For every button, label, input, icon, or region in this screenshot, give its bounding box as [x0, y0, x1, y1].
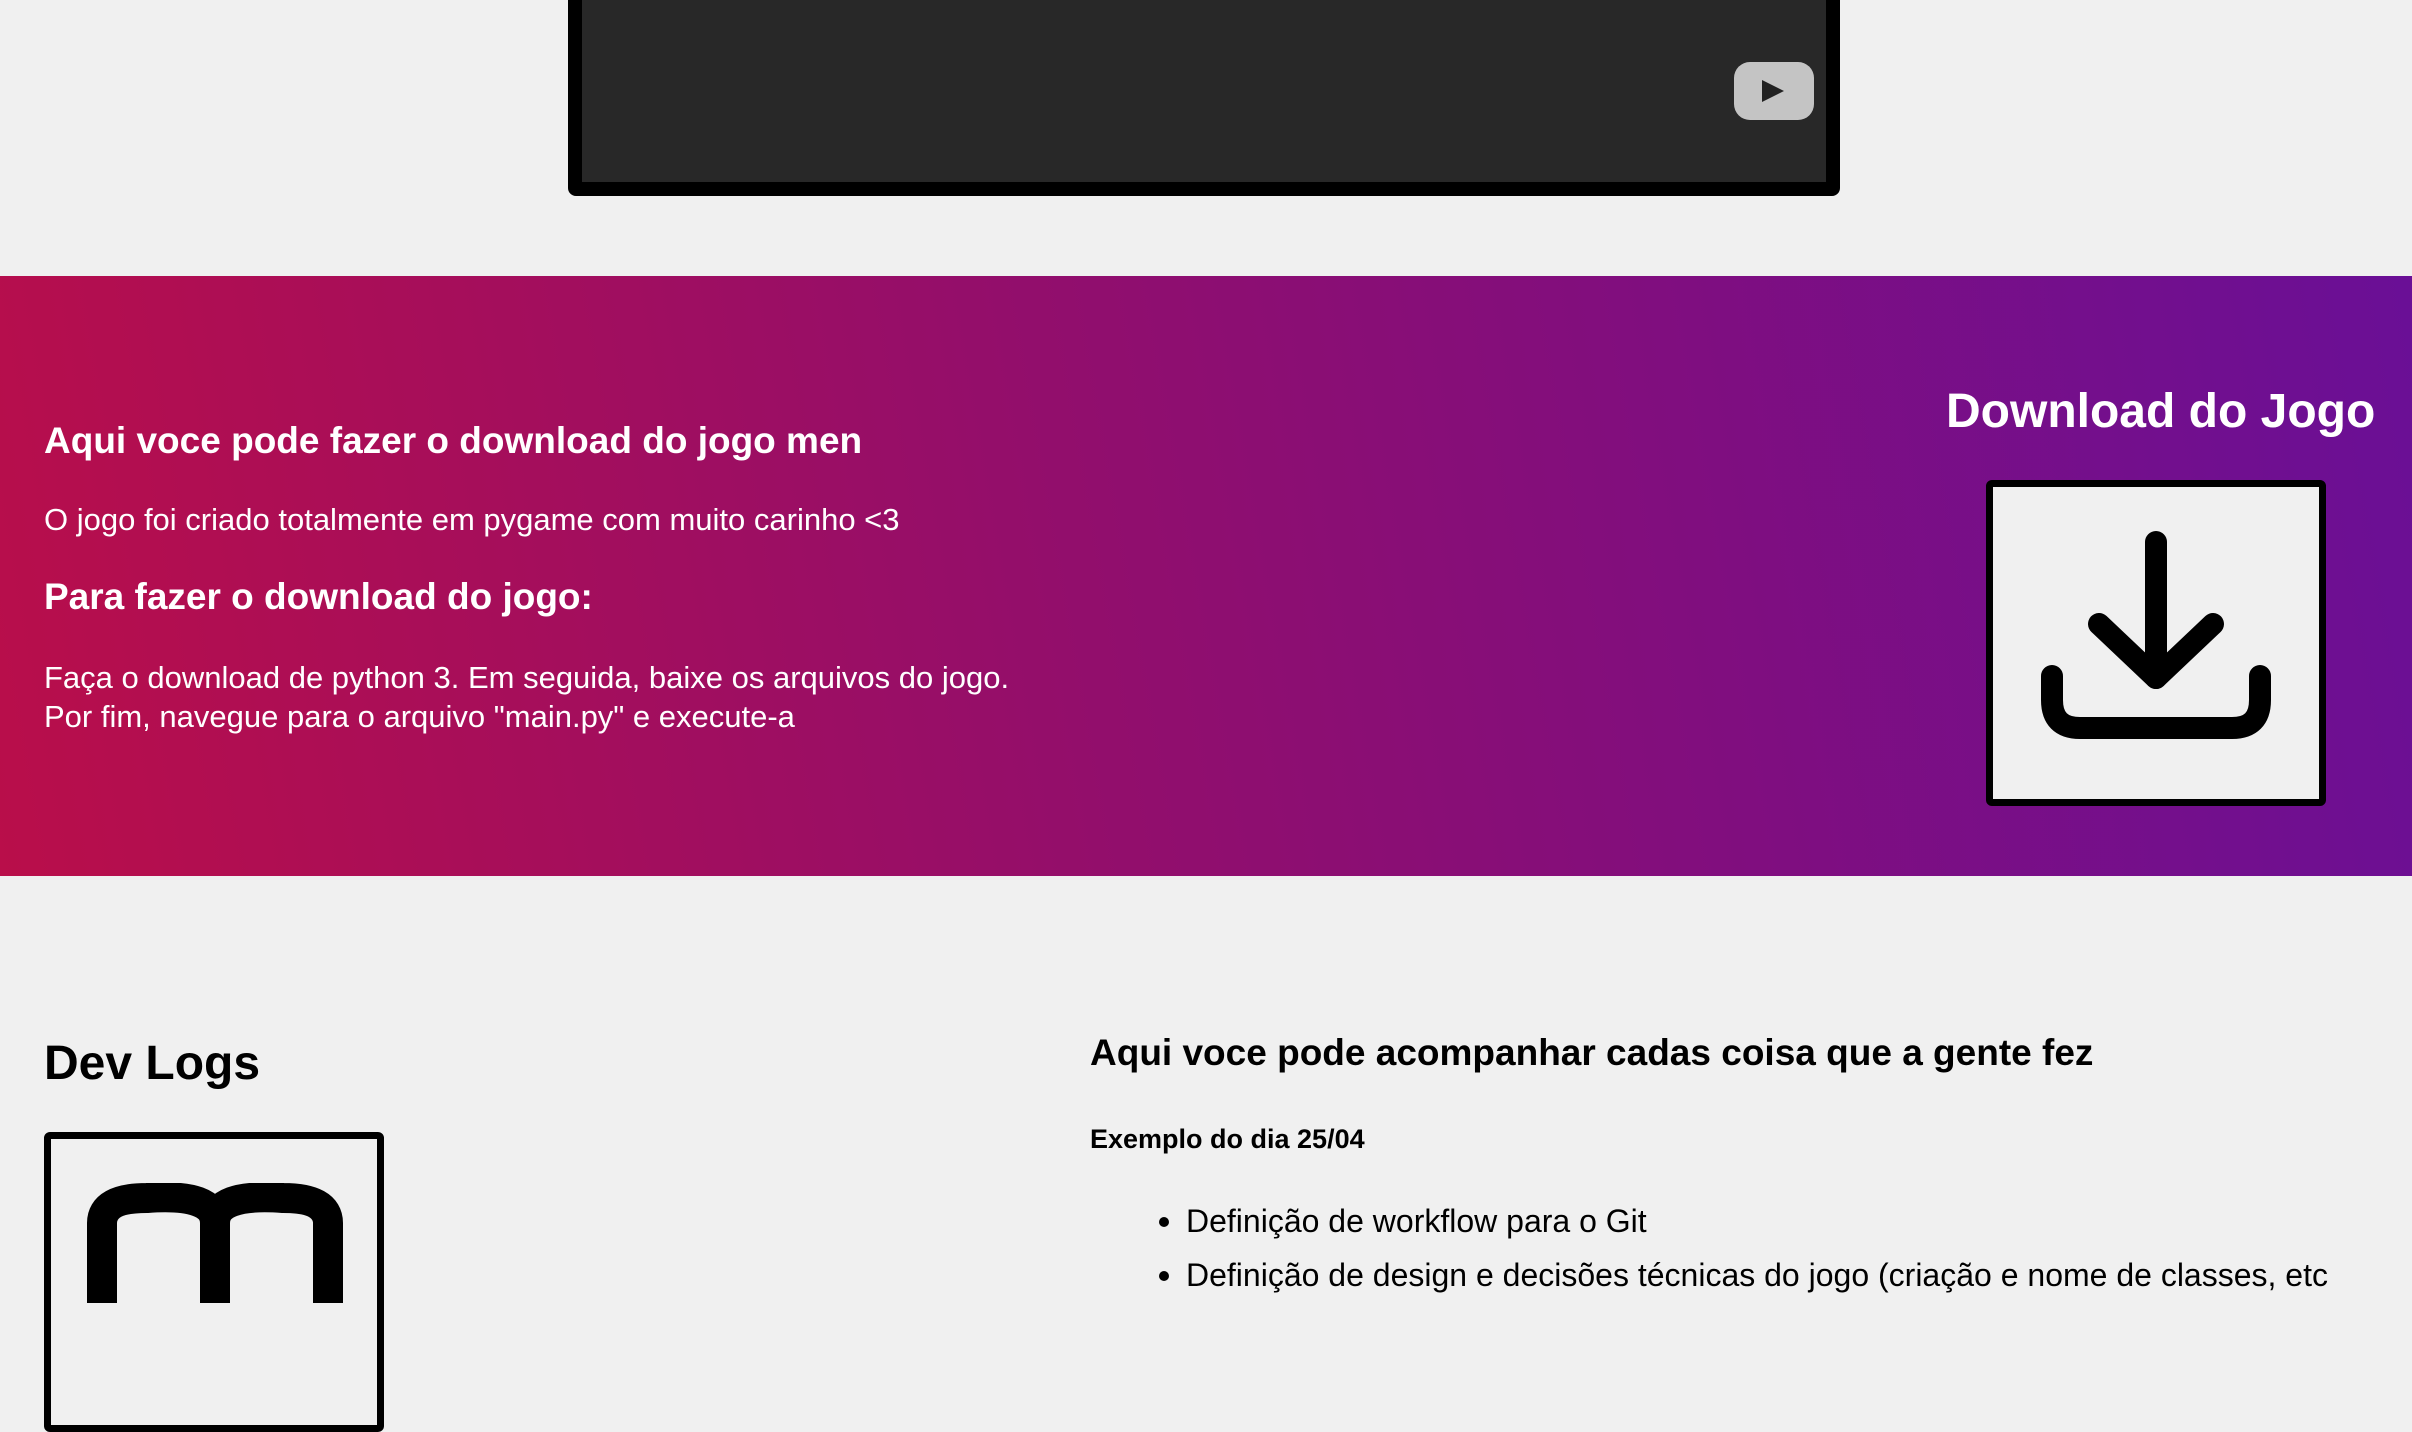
book-icon [87, 1183, 343, 1303]
download-instructions-line-1: Faça o download de python 3. Em seguida,… [44, 660, 1010, 695]
video-section [0, 0, 2412, 276]
devlogs-section: Dev Logs Aqui voce pode acompanhar cadas… [0, 876, 2412, 1432]
devlogs-book-button[interactable] [44, 1132, 384, 1432]
devlogs-heading: Aqui voce pode acompanhar cadas coisa qu… [1090, 1032, 2094, 1073]
bullet-icon [1159, 1271, 1169, 1281]
youtube-video-player[interactable] [568, 0, 1840, 196]
youtube-play-button[interactable] [1734, 62, 1814, 120]
list-item: Definição de design e decisões técnicas … [1159, 1248, 2328, 1302]
download-game-button[interactable] [1986, 480, 2326, 806]
download-icon [2041, 531, 2271, 739]
download-heading: Aqui voce pode fazer o download do jogo … [44, 420, 863, 461]
list-item-text: Definição de design e decisões técnicas … [1186, 1257, 2328, 1293]
devlogs-list: Definição de workflow para o Git Definiç… [1159, 1194, 2328, 1302]
devlogs-example-label: Exemplo do dia 25/04 [1090, 1124, 1365, 1154]
list-item-text: Definição de workflow para o Git [1186, 1203, 1647, 1239]
list-item: Definição de workflow para o Git [1159, 1194, 2328, 1248]
download-description: O jogo foi criado totalmente em pygame c… [44, 502, 900, 537]
download-instructions-line-2: Por fim, navegue para o arquivo "main.py… [44, 699, 795, 734]
download-instructions: Faça o download de python 3. Em seguida,… [44, 658, 1009, 736]
download-instructions-heading: Para fazer o download do jogo: [44, 576, 593, 617]
bullet-icon [1159, 1217, 1169, 1227]
download-game-title: Download do Jogo [1946, 385, 2376, 438]
youtube-play-icon [1762, 80, 1784, 102]
download-section: Aqui voce pode fazer o download do jogo … [0, 276, 2412, 876]
devlogs-title: Dev Logs [44, 1037, 261, 1090]
